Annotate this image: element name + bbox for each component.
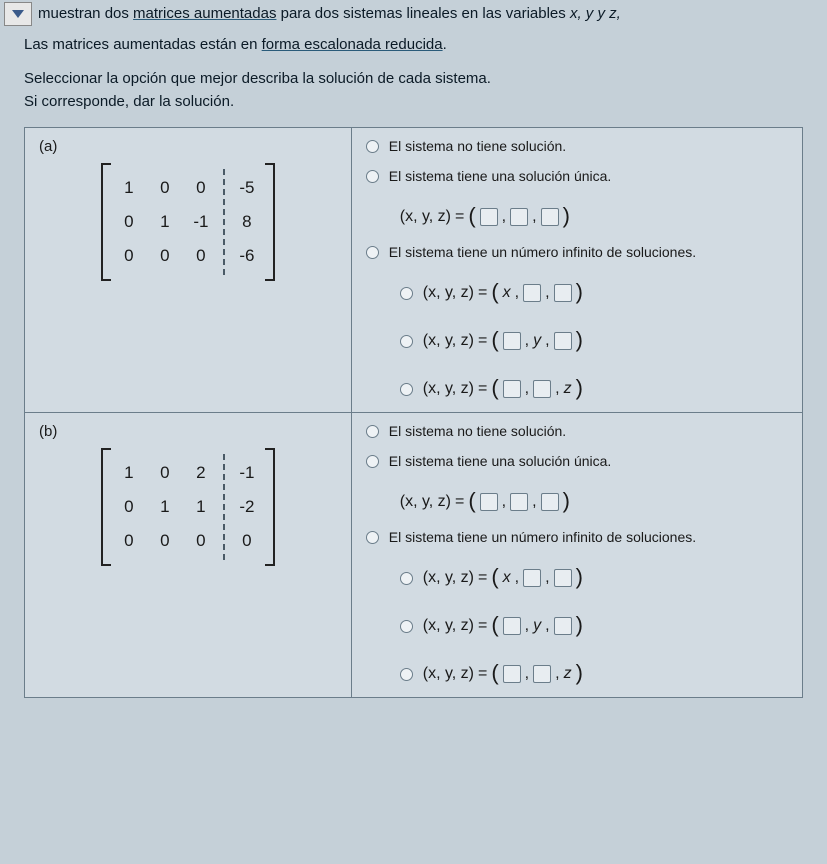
matrix-cell-a: (a) 100 010 0-10 -58-6: [25, 128, 352, 413]
option-infinite-a[interactable]: El sistema tiene un número infinito de s…: [366, 244, 788, 260]
chevron-down-icon: [12, 10, 24, 18]
part-label-b: (b): [39, 423, 337, 440]
radio-icon: [366, 455, 379, 468]
xyz-label: (x, y, z): [400, 208, 451, 226]
input-y[interactable]: [523, 569, 541, 587]
option-no-solution-b[interactable]: El sistema no tiene solución.: [366, 423, 788, 439]
matrix-cell-b: (b) 100 010 210 -1-20: [25, 413, 352, 698]
input-z[interactable]: [554, 617, 572, 635]
option-label: El sistema tiene un número infinito de s…: [389, 529, 696, 545]
text: Las matrices aumentadas están en: [24, 36, 262, 53]
input-x-b[interactable]: [480, 493, 498, 511]
radio-icon: [400, 668, 413, 681]
unique-tuple-b: (x, y, z) = (, , ): [400, 489, 788, 515]
augmented-matrix-b: 100 010 210 -1-20: [101, 448, 275, 566]
top-bar: muestran dos matrices aumentadas para do…: [0, 0, 827, 33]
input-z[interactable]: [554, 332, 572, 350]
radio-icon: [366, 170, 379, 183]
input-y[interactable]: [533, 665, 551, 683]
instruction-line: Seleccionar la opción que mejor describa…: [24, 67, 803, 90]
option-label: El sistema tiene una solución única.: [389, 168, 612, 184]
input-x-a[interactable]: [480, 208, 498, 226]
sub-option-yfree-a[interactable]: (x, y, z) = (, y, ): [400, 328, 788, 354]
radio-icon: [400, 572, 413, 585]
part-label-a: (a): [39, 138, 337, 155]
variables: x, y y z,: [570, 5, 621, 22]
option-unique-a[interactable]: El sistema tiene una solución única.: [366, 168, 788, 184]
dropdown-toggle[interactable]: [4, 2, 32, 26]
text: .: [443, 36, 447, 53]
radio-icon: [366, 425, 379, 438]
intro-line-2: Las matrices aumentadas están en forma e…: [24, 33, 803, 56]
augmented-matrix-a: 100 010 0-10 -58-6: [101, 163, 275, 281]
option-infinite-b[interactable]: El sistema tiene un número infinito de s…: [366, 529, 788, 545]
sub-option-zfree-b[interactable]: (x, y, z) = (, , z): [400, 661, 788, 687]
option-label: El sistema tiene un número infinito de s…: [389, 244, 696, 260]
input-z[interactable]: [554, 284, 572, 302]
text: para dos sistemas lineales en las variab…: [276, 5, 569, 22]
instruction-line: Si corresponde, dar la solución.: [24, 90, 803, 113]
option-label: El sistema tiene una solución única.: [389, 453, 612, 469]
link-forma-escalonada[interactable]: forma escalonada reducida: [262, 36, 443, 53]
input-x[interactable]: [503, 332, 521, 350]
intro-line-1: muestran dos matrices aumentadas para do…: [38, 2, 621, 25]
input-y-a[interactable]: [510, 208, 528, 226]
radio-icon: [400, 335, 413, 348]
link-matrices-aumentadas[interactable]: matrices aumentadas: [133, 5, 276, 22]
input-z-a[interactable]: [541, 208, 559, 226]
radio-icon: [366, 246, 379, 259]
input-x[interactable]: [503, 665, 521, 683]
text: muestran dos: [38, 5, 133, 22]
radio-icon: [400, 287, 413, 300]
input-y[interactable]: [533, 380, 551, 398]
content-area: Las matrices aumentadas están en forma e…: [0, 33, 827, 698]
input-x[interactable]: [503, 617, 521, 635]
radio-icon: [366, 140, 379, 153]
option-label: El sistema no tiene solución.: [389, 138, 566, 154]
input-z-b[interactable]: [541, 493, 559, 511]
unique-tuple-a: (x, y, z) = (, , ): [400, 204, 788, 230]
input-z[interactable]: [554, 569, 572, 587]
sub-option-yfree-b[interactable]: (x, y, z) = (, y, ): [400, 613, 788, 639]
instructions: Seleccionar la opción que mejor describa…: [24, 67, 803, 114]
table-row-a: (a) 100 010 0-10 -58-6 El s: [25, 128, 803, 413]
option-no-solution-a[interactable]: El sistema no tiene solución.: [366, 138, 788, 154]
radio-icon: [366, 531, 379, 544]
equals: =: [455, 208, 464, 226]
input-x[interactable]: [503, 380, 521, 398]
options-cell-b: El sistema no tiene solución. El sistema…: [351, 413, 802, 698]
sub-option-xfree-b[interactable]: (x, y, z) = (x, , ): [400, 565, 788, 591]
table-row-b: (b) 100 010 210 -1-20 El si: [25, 413, 803, 698]
answer-table: (a) 100 010 0-10 -58-6 El s: [24, 127, 803, 698]
radio-icon: [400, 383, 413, 396]
radio-icon: [400, 620, 413, 633]
input-y[interactable]: [523, 284, 541, 302]
sub-option-xfree-a[interactable]: (x, y, z) = (x, , ): [400, 280, 788, 306]
sub-option-zfree-a[interactable]: (x, y, z) = (, , z): [400, 376, 788, 402]
input-y-b[interactable]: [510, 493, 528, 511]
option-label: El sistema no tiene solución.: [389, 423, 566, 439]
options-cell-a: El sistema no tiene solución. El sistema…: [351, 128, 802, 413]
option-unique-b[interactable]: El sistema tiene una solución única.: [366, 453, 788, 469]
